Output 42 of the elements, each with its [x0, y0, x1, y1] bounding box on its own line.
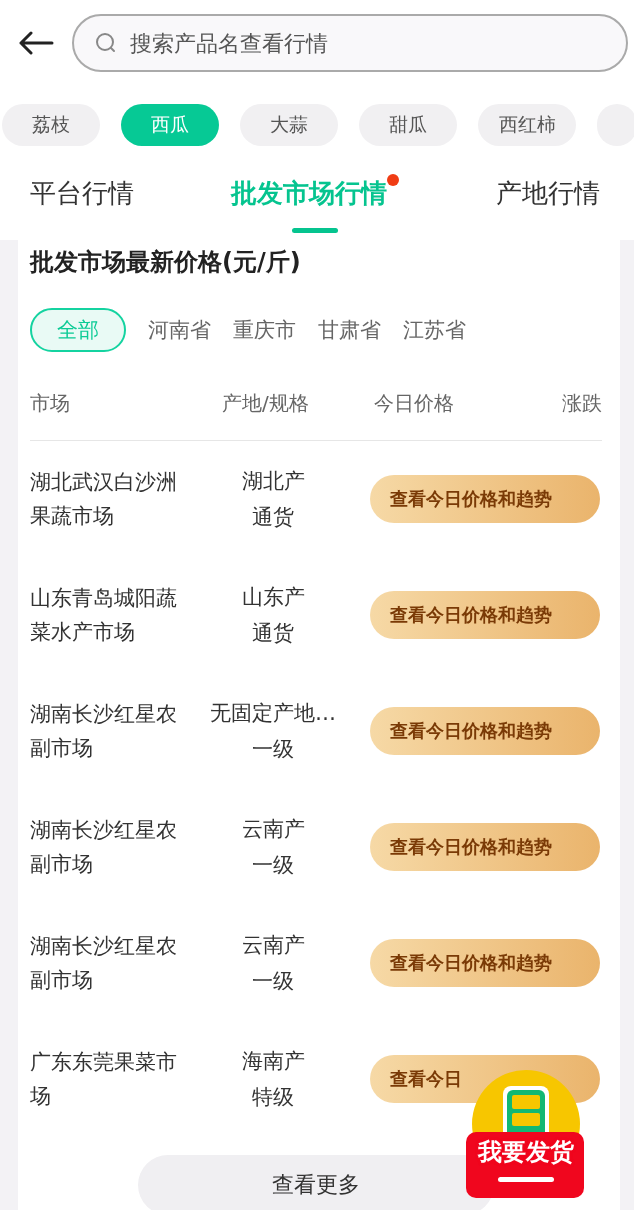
grade-text: 通货	[252, 620, 294, 647]
price-trend-button[interactable]: 查看今日价格和趋势	[370, 939, 600, 987]
region-filter[interactable]: 甘肃省	[318, 308, 381, 352]
price-trend-button[interactable]: 查看今日价格和趋势	[370, 591, 600, 639]
column-header: 今日价格	[374, 389, 455, 417]
search-field[interactable]: 搜索产品名查看行情	[72, 14, 628, 72]
back-icon[interactable]	[18, 31, 54, 55]
grade-text: 一级	[252, 968, 294, 995]
grade-text: 一级	[252, 736, 294, 763]
region-filter[interactable]: 重庆市	[233, 308, 296, 352]
origin-text: 云南产	[241, 816, 305, 843]
column-header: 产地/规格	[222, 389, 310, 417]
column-header: 市场	[30, 389, 71, 417]
origin-text: 湖北产	[241, 468, 305, 495]
category-chip[interactable]: 甜瓜	[359, 104, 457, 146]
origin-text: 无固定产地…	[210, 700, 336, 727]
region-filter[interactable]: 河南省	[148, 308, 211, 352]
origin-text: 海南产	[241, 1048, 305, 1075]
price-trend-button[interactable]: 查看今日价格和趋势	[370, 475, 600, 523]
price-trend-button[interactable]: 查看今日价格和趋势	[370, 823, 600, 871]
market-name: 湖北武汉白沙洲果蔬市场	[30, 469, 178, 530]
grade-text: 一级	[252, 852, 294, 879]
search-icon	[94, 31, 118, 55]
column-header: 涨跌	[561, 389, 602, 417]
grade-text: 特级	[252, 1084, 294, 1111]
card-title: 批发市场最新价格(元/斤)	[30, 247, 302, 278]
category-chip[interactable]: 大蒜	[240, 104, 338, 146]
price-trend-button[interactable]: 查看今日价格和趋势	[370, 707, 600, 755]
tab-indicator	[292, 227, 338, 233]
category-chip[interactable]: 西红柿	[478, 104, 576, 146]
market-name: 湖南长沙红星农副市场	[30, 701, 178, 762]
tab[interactable]: 产地行情	[496, 169, 600, 217]
tab[interactable]: 平台行情	[30, 169, 134, 217]
origin-text: 云南产	[241, 932, 305, 959]
category-chip[interactable]: 荔枝	[2, 104, 100, 146]
market-name: 湖南长沙红星农副市场	[30, 933, 178, 994]
origin-text: 山东产	[241, 584, 305, 611]
market-name: 山东青岛城阳蔬菜水产市场	[30, 585, 178, 646]
grade-text: 通货	[252, 504, 294, 531]
market-name: 广东东莞果菜市场	[30, 1049, 178, 1110]
market-name: 湖南长沙红星农副市场	[30, 817, 178, 878]
region-filter[interactable]: 江苏省	[403, 308, 466, 352]
